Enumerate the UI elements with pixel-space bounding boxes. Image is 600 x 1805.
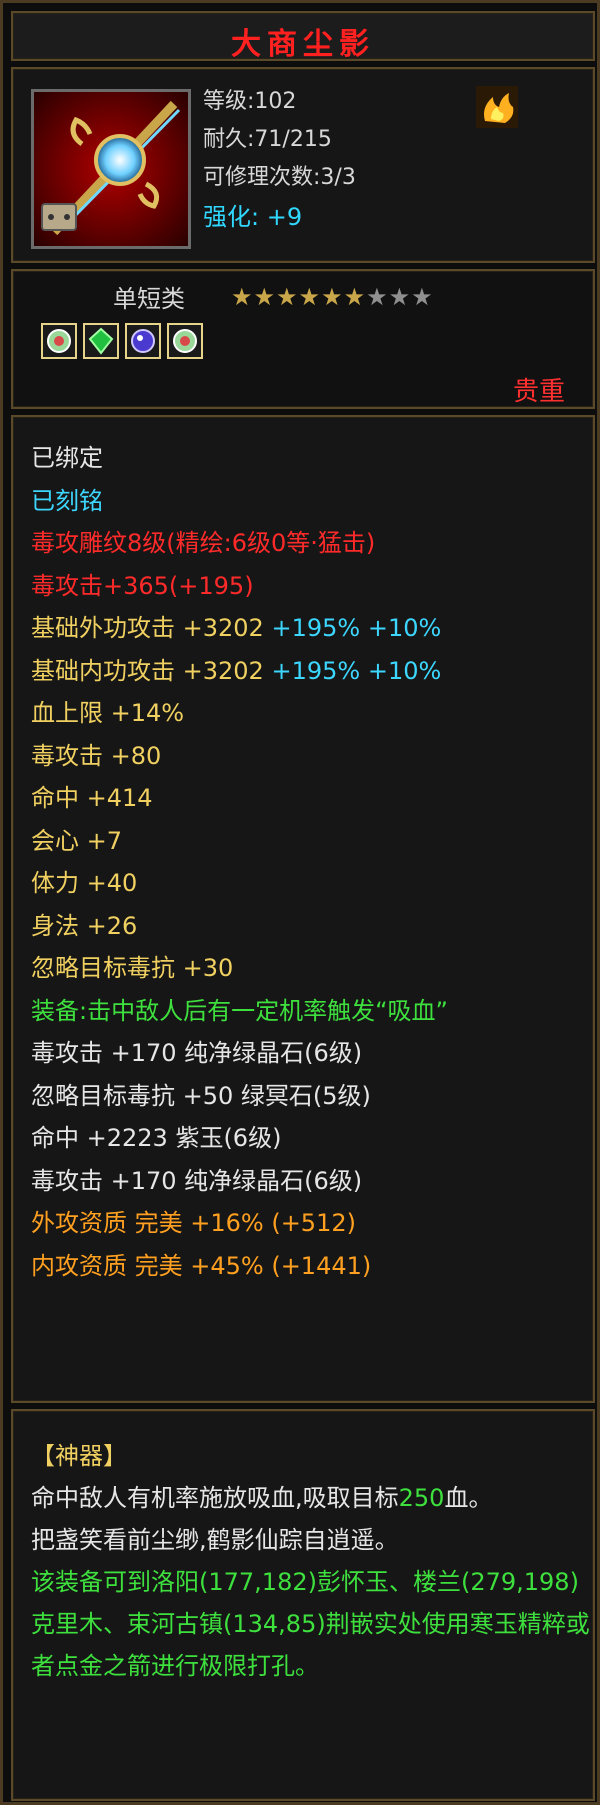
poison-pattern-line: 毒攻雕纹8级(精绘:6级0等·猛击)	[31, 529, 376, 557]
repair-count-stat: 可修理次数:3/3	[203, 165, 356, 190]
jade-gem-icon	[173, 329, 197, 353]
green-crystal-gem-icon	[88, 327, 114, 355]
hit-line: 命中 +414	[31, 784, 153, 812]
external-quality-line: 外攻资质 完美 +16% (+512)	[31, 1209, 356, 1237]
jade-gem-icon	[47, 329, 71, 353]
gem-slots	[41, 323, 203, 359]
engraved-status: 已刻铭	[31, 486, 103, 515]
base-external-pct2: +10%	[367, 614, 442, 642]
enhance-stat: 强化: +9	[203, 197, 302, 232]
stamina-line: 体力 +40	[31, 869, 138, 897]
crit-line: 会心 +7	[31, 826, 123, 855]
item-header: 等级:102 耐久:71/215 可修理次数:3/3 强化: +9	[11, 67, 595, 263]
poison-attack-line: 毒攻击 +80	[31, 741, 162, 770]
star-empty-icon: ★	[388, 283, 412, 311]
rarity-label: 贵重	[512, 377, 565, 407]
artifact-effect: 命中敌人有机率施放吸血,吸取目标250血。	[31, 1477, 591, 1519]
bound-status: 已绑定	[31, 444, 103, 472]
purple-gem-icon	[131, 329, 155, 353]
base-external-attack-line: 基础外功攻击 +3202 +195% +10%	[31, 607, 589, 650]
gem-line-3: 命中 +2223 紫玉(6级)	[31, 1124, 282, 1152]
internal-quality-line: 内攻资质 完美 +45% (+1441)	[31, 1251, 372, 1280]
attributes-panel: 已绑定 已刻铭 毒攻雕纹8级(精绘:6级0等·猛击) 毒攻击+365(+195)…	[11, 415, 595, 1403]
gem-slot-3[interactable]	[125, 323, 161, 359]
artifact-effect-value: 250	[398, 1484, 445, 1512]
enhance-value: +9	[266, 203, 303, 231]
star-rating: ★★★★★★★★★	[231, 283, 434, 311]
star-empty-icon: ★	[411, 283, 434, 311]
hp-max-line: 血上限 +14%	[31, 699, 185, 727]
agility-line: 身法 +26	[31, 911, 138, 940]
base-external-attack-text: 基础外功攻击 +3202	[31, 614, 264, 642]
gem-slot-4[interactable]	[167, 323, 203, 359]
item-title: 大商尘影	[231, 27, 375, 62]
artifact-effect-text: 命中敌人有机率施放吸血,吸取目标	[31, 1484, 399, 1512]
base-external-pct1: +195%	[271, 614, 361, 642]
artifact-effect-suffix: 血。	[444, 1484, 493, 1512]
item-icon-frame[interactable]	[31, 89, 191, 249]
enhance-label: 强化:	[203, 203, 260, 231]
star-icon: ★	[231, 283, 254, 311]
item-tooltip: 大商尘影 等级:102 耐久:71/215 可修理次数:3/3 强化: +9 单…	[0, 0, 600, 1805]
title-bar: 大商尘影	[11, 11, 595, 62]
durability-stat: 耐久:71/215	[203, 127, 332, 152]
artifact-poem: 把盏笑看前尘缈,鹤影仙踪自逍遥。	[31, 1526, 399, 1554]
poison-attack-base-line: 毒攻击+365(+195)	[31, 571, 254, 600]
item-info: 单短类 ★★★★★★★★★ 贵重	[11, 269, 595, 409]
artifact-panel: 【神器】 命中敌人有机率施放吸血,吸取目标250血。 把盏笑看前尘缈,鹤影仙踪自…	[11, 1409, 595, 1801]
artifact-header: 【神器】	[31, 1442, 127, 1470]
star-icon: ★	[276, 283, 299, 311]
equip-effect-line: 装备:击中敌人后有一定机率触发“吸血”	[31, 996, 448, 1025]
gem-slot-1[interactable]	[41, 323, 77, 359]
star-empty-icon: ★	[366, 283, 389, 311]
fire-badge-icon	[476, 86, 518, 128]
weapon-class: 单短类	[113, 285, 185, 313]
star-icon: ★	[298, 283, 322, 311]
gem-slot-2[interactable]	[83, 323, 119, 359]
star-icon: ★	[253, 283, 277, 311]
artifact-location-note: 该装备可到洛阳(177,182)彭怀玉、楼兰(279,198)克里木、束河古镇(…	[31, 1568, 590, 1680]
star-icon: ★	[321, 283, 344, 311]
base-internal-pct1: +195%	[271, 656, 361, 685]
base-internal-attack-text: 基础内功攻击 +3202	[31, 656, 264, 685]
base-internal-pct2: +10%	[367, 656, 442, 685]
ignore-poison-res-line: 忽略目标毒抗 +30	[31, 954, 234, 982]
gem-line-1: 毒攻击 +170 纯净绿晶石(6级)	[31, 1039, 363, 1067]
sword-icon	[34, 92, 188, 246]
level-stat: 等级:102	[203, 89, 297, 114]
gem-line-2: 忽略目标毒抗 +50 绿冥石(5级)	[31, 1081, 371, 1110]
base-internal-attack-line: 基础内功攻击 +3202 +195% +10%	[31, 650, 589, 693]
gem-line-4: 毒攻击 +170 纯净绿晶石(6级)	[31, 1166, 363, 1195]
star-icon: ★	[343, 283, 367, 311]
